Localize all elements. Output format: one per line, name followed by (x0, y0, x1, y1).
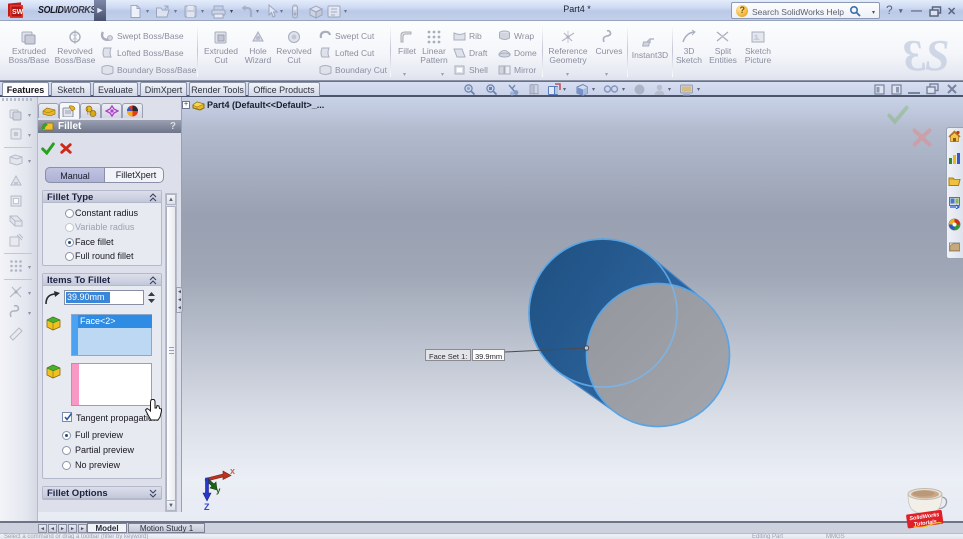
svg-text:Z: Z (204, 502, 210, 512)
svg-text:y: y (216, 486, 221, 495)
svg-text:x: x (230, 466, 235, 476)
